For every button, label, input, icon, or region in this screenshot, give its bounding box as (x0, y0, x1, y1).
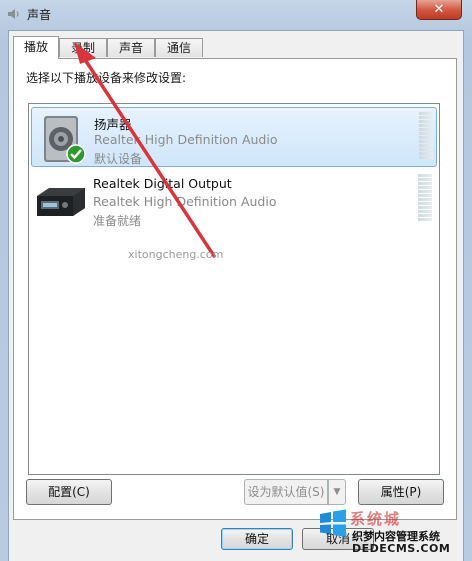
device-name: Realtek Digital Output (93, 176, 232, 191)
device-description: Realtek High Definition Audio (94, 132, 278, 147)
window-title: 声音 (27, 8, 52, 22)
sound-dialog: 声音 ✕ 播放 录制 声音 通信 选择以下播放设备来修改设置: 扬声器 Real… (0, 0, 472, 561)
tab-playback[interactable]: 播放 (13, 36, 59, 59)
dialog-body: 播放 录制 声音 通信 选择以下播放设备来修改设置: 扬声器 Realtek H… (8, 30, 464, 561)
playback-panel: 选择以下播放设备来修改设置: 扬声器 Realtek High Definiti… (13, 58, 457, 520)
device-name: 扬声器 (94, 117, 132, 132)
digital-output-icon (37, 188, 85, 216)
check-icon (66, 144, 86, 164)
speaker-icon (8, 9, 19, 19)
tab-communications[interactable]: 通信 (155, 38, 203, 57)
chevron-down-icon: ▼ (333, 487, 341, 497)
device-status: 默认设备 (94, 152, 143, 166)
windows-logo-icon (320, 509, 346, 537)
device-status: 准备就绪 (93, 214, 142, 228)
title-bar[interactable]: 声音 ✕ (0, 0, 472, 28)
close-button[interactable]: ✕ (416, 0, 462, 20)
device-list[interactable]: 扬声器 Realtek High Definition Audio 默认设备 R… (28, 103, 440, 475)
speaker-icon (44, 116, 86, 164)
instruction-text: 选择以下播放设备来修改设置: (26, 71, 187, 85)
watermark-brand: 系统城 (350, 510, 402, 528)
tab-recording[interactable]: 录制 (59, 38, 107, 57)
set-default-dropdown[interactable]: ▼ (328, 479, 346, 505)
configure-button[interactable]: 配置(C) (26, 479, 112, 505)
set-default-button[interactable]: 设为默认值(S) (244, 479, 328, 505)
device-item-digital-output[interactable]: Realtek Digital Output Realtek High Defi… (31, 170, 437, 230)
device-description: Realtek High Definition Audio (93, 194, 277, 209)
volume-meter (419, 112, 433, 162)
ok-button[interactable]: 确定 (221, 528, 293, 550)
properties-button[interactable]: 属性(P) (358, 479, 444, 505)
watermark-url: xitongcheng.com (128, 248, 224, 261)
volume-meter (418, 174, 432, 224)
watermark-line2: DEDECMS.COM (352, 542, 451, 555)
device-item-speakers[interactable]: 扬声器 Realtek High Definition Audio 默认设备 (31, 107, 437, 167)
watermark: 系统城 织梦内容管理系统 DEDECMS.COM (316, 506, 466, 561)
close-icon: ✕ (433, 2, 445, 17)
tab-sounds[interactable]: 声音 (107, 38, 155, 57)
